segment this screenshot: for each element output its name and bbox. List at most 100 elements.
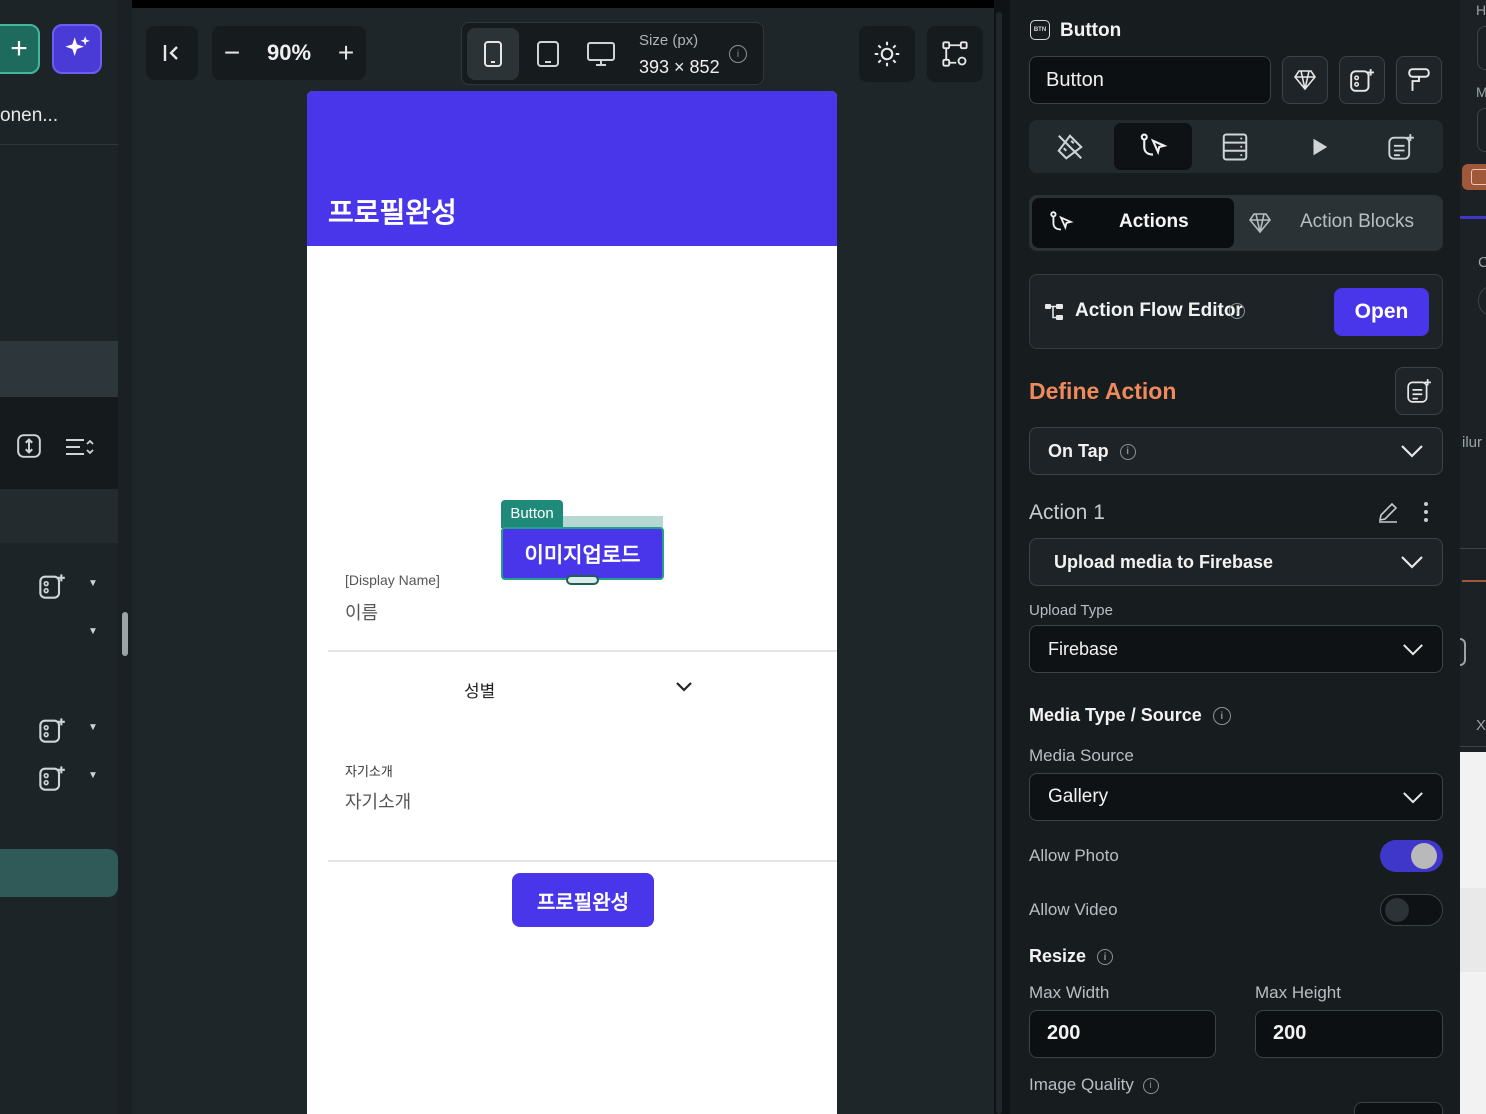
info-icon[interactable]: i [1119,443,1136,460]
more-vertical-icon[interactable] [1420,501,1432,523]
widget-tree-button[interactable] [927,26,983,82]
sun-icon [874,41,900,67]
ai-sparkle-button[interactable] [52,24,102,74]
clipped-field[interactable] [1477,26,1486,70]
clipped-field[interactable] [1477,108,1486,152]
zoom-level: 90% [266,40,312,65]
device-tablet-button[interactable] [522,28,574,80]
sidebar-scrollbar-track[interactable] [118,0,132,1114]
upload-type-dropdown[interactable]: Firebase [1029,625,1443,673]
max-width-input[interactable]: 200 [1029,1010,1216,1058]
resize-handle[interactable] [566,575,599,585]
add-widget-icon [1350,69,1374,92]
zoom-control: − 90% + [212,26,366,80]
info-icon[interactable]: i [1212,707,1231,726]
clipped-warning-chip[interactable] [1462,164,1486,190]
add-widget-icon[interactable] [38,716,66,744]
widget-name-value: Button [1046,69,1104,91]
tab-add-property[interactable] [1368,123,1434,170]
image-quality-label: Image Quality i [1029,1075,1159,1095]
diamond-icon [1249,213,1271,234]
action-cursor-icon [1140,132,1168,156]
diamond-icon [1294,70,1316,91]
paint-brush-icon [1408,68,1430,91]
tab-actions[interactable] [1114,123,1192,170]
complete-profile-button[interactable]: 프로필완성 [512,873,654,927]
info-icon[interactable]: i [1142,1077,1159,1094]
panel-scrollbar[interactable] [996,12,1002,1114]
style-brush-button[interactable] [1396,56,1442,104]
widget-name-input[interactable]: Button [1029,56,1271,104]
add-action-button[interactable] [1395,367,1443,415]
properties-panel: BTN Button Button Actions Action Blocks [1010,0,1460,1114]
chevron-down-icon [1403,791,1423,804]
app-bar-title: 프로필완성 [328,196,457,229]
chevron-down-icon [1401,556,1423,569]
tab-animations[interactable] [1286,123,1352,170]
media-source-dropdown[interactable]: Gallery [1029,773,1443,821]
info-icon[interactable]: i [1097,949,1114,966]
database-rows-icon [1222,133,1248,160]
theme-toggle-button[interactable] [859,26,915,82]
tab-properties[interactable] [1037,123,1103,170]
chevron-down-icon [1403,643,1423,656]
left-sidebar: + onen... ▼ ▼ ▼ ▼ [0,0,118,1114]
bio-input[interactable]: 자기소개 [345,788,411,814]
upload-image-button[interactable]: 이미지업로드 [501,527,664,580]
open-button-label: Open [1354,300,1409,323]
add-widget-button[interactable] [1339,56,1385,104]
size-label: Size (px) [639,32,699,49]
add-widget-icon[interactable] [38,572,66,600]
canvas-top-strip [132,0,994,8]
trigger-value: On Tap i [1048,441,1136,462]
chevron-down-icon[interactable]: ▼ [88,770,98,781]
actions-tab-label: Actions [1119,211,1189,232]
allow-photo-toggle[interactable] [1380,840,1443,872]
max-height-input[interactable]: 200 [1255,1010,1443,1058]
chevron-down-icon [1401,445,1423,458]
trigger-dropdown[interactable]: On Tap i [1029,427,1443,475]
sidebar-scrollbar-thumb[interactable] [122,612,128,656]
info-icon[interactable]: i [729,45,747,63]
component-label[interactable]: onen... [0,105,58,127]
max-height-label: Max Height [1255,983,1341,1002]
divider [0,144,118,145]
highlighted-tree-item[interactable] [0,849,118,897]
name-input[interactable]: 이름 [345,599,378,625]
phone-icon [484,41,502,67]
note-add-icon [1388,133,1414,160]
clipped-light-band [1460,888,1486,972]
edit-pencil-icon[interactable] [1376,500,1400,524]
toggle-knob [1411,843,1437,869]
tab-backend-query[interactable] [1202,123,1268,170]
clipped-circle[interactable] [1478,286,1486,316]
chevron-down-icon[interactable]: ▼ [88,578,98,589]
selected-row[interactable] [0,341,118,397]
diamond-button[interactable] [1282,56,1328,104]
selection-tag[interactable]: Button [501,500,563,528]
device-desktop-button[interactable] [575,28,627,80]
add-widget-icon[interactable] [38,764,66,792]
chevron-down-icon[interactable]: ▼ [88,626,98,637]
info-icon[interactable]: i [1229,303,1245,319]
align-list-icon[interactable] [64,435,96,459]
chevron-down-icon[interactable]: ▼ [88,722,98,733]
zoom-in-button[interactable]: + [326,37,366,69]
zoom-out-button[interactable]: − [212,37,252,69]
allow-video-toggle[interactable] [1380,894,1443,926]
tab-action-blocks-segment[interactable]: Action Blocks [1236,198,1441,248]
tab-actions-segment[interactable]: Actions [1032,198,1234,248]
action-type-dropdown[interactable]: Upload media to Firebase [1029,538,1443,586]
clipped-bracket [1460,638,1466,666]
allow-video-label: Allow Video [1029,900,1118,919]
collapse-panel-button[interactable] [146,26,198,80]
device-phone-button[interactable] [467,28,519,80]
image-quality-input[interactable] [1354,1102,1443,1114]
gender-dropdown[interactable]: 성별 [447,671,707,705]
add-button[interactable]: + [0,24,40,74]
vertical-resize-icon[interactable] [16,433,42,459]
media-source-value: Gallery [1048,786,1109,807]
flow-editor-label: Action Flow Editor [1075,300,1243,321]
open-flow-editor-button[interactable]: Open [1334,288,1429,336]
clipped-divider [1460,548,1486,549]
